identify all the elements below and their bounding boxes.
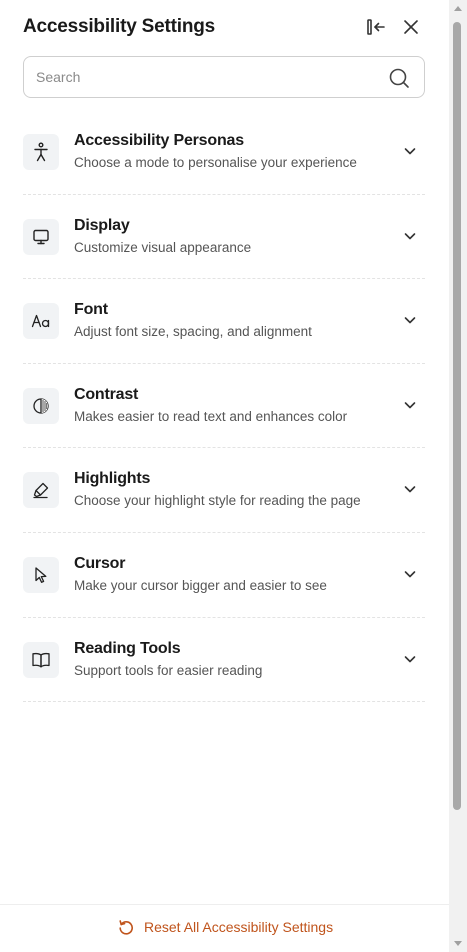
- scroll-down-arrow-icon[interactable]: [454, 941, 462, 946]
- section-description: Support tools for easier reading: [74, 662, 263, 678]
- search-icon[interactable]: [388, 67, 410, 89]
- close-icon: [404, 20, 418, 34]
- section-description: Adjust font size, spacing, and alignment: [74, 324, 312, 340]
- chevron-down-icon[interactable]: [403, 229, 417, 243]
- panel-header: Accessibility Settings: [23, 14, 425, 40]
- search-box: [23, 56, 425, 98]
- section-contrast[interactable]: Contrast Makes easier to read text and e…: [23, 364, 425, 449]
- chevron-down-icon[interactable]: [403, 652, 417, 666]
- section-reading-tools[interactable]: Reading Tools Support tools for easier r…: [23, 618, 425, 703]
- section-description: Choose a mode to personalise your experi…: [74, 155, 357, 170]
- cursor-icon-box: [23, 556, 59, 593]
- section-cursor[interactable]: Cursor Make your cursor bigger and easie…: [23, 533, 425, 618]
- section-accessibility-personas[interactable]: Accessibility Personas Choose a mode to …: [23, 110, 425, 195]
- monitor-icon-box: [23, 218, 59, 255]
- section-title: Display: [74, 216, 130, 234]
- section-description: Makes easier to read text and enhances c…: [74, 408, 348, 424]
- chevron-down-icon[interactable]: [403, 567, 417, 581]
- book-icon: [32, 652, 50, 668]
- settings-list: Accessibility Personas Choose a mode to …: [23, 110, 425, 703]
- font-icon: [31, 315, 50, 328]
- person-icon-box: [23, 134, 59, 170]
- section-description: Choose your highlight style for reading …: [74, 493, 361, 509]
- section-title: Cursor: [74, 554, 126, 572]
- reset-all-button[interactable]: Reset All Accessibility Settings: [118, 919, 333, 935]
- panel-footer: Reset All Accessibility Settings: [0, 904, 449, 952]
- section-title: Font: [74, 301, 108, 319]
- accessibility-panel: Accessibility Settings Search Accessibil…: [0, 0, 449, 952]
- section-title: Accessibility Personas: [74, 132, 244, 149]
- highlighter-icon-box: [23, 472, 59, 509]
- contrast-icon: [33, 398, 49, 414]
- collapse-panel-icon: [367, 19, 385, 35]
- person-icon: [34, 142, 48, 162]
- reset-all-label: Reset All Accessibility Settings: [144, 919, 334, 935]
- search-input[interactable]: [36, 57, 376, 97]
- chevron-down-icon[interactable]: [403, 398, 417, 412]
- contrast-icon-box: [23, 387, 59, 424]
- collapse-panel-button[interactable]: [363, 14, 389, 40]
- section-display[interactable]: Display Customize visual appearance: [23, 195, 425, 280]
- section-description: Make your cursor bigger and easier to se…: [74, 577, 327, 593]
- reset-icon: [119, 920, 133, 935]
- section-title: Contrast: [74, 385, 139, 403]
- scroll-up-arrow-icon[interactable]: [454, 6, 462, 11]
- monitor-icon: [33, 229, 49, 244]
- section-highlights[interactable]: Highlights Choose your highlight style f…: [23, 448, 425, 533]
- close-button[interactable]: [398, 14, 424, 40]
- font-icon-box: [23, 303, 59, 340]
- scrollbar-thumb[interactable]: [453, 22, 461, 810]
- section-font[interactable]: Font Adjust font size, spacing, and alig…: [23, 279, 425, 364]
- cursor-icon: [35, 567, 47, 583]
- scrollbar[interactable]: [449, 0, 467, 952]
- highlighter-icon: [33, 483, 49, 499]
- chevron-down-icon[interactable]: [403, 482, 417, 496]
- book-icon-box: [23, 641, 59, 678]
- chevron-down-icon[interactable]: [403, 144, 417, 158]
- section-title: Highlights: [74, 470, 151, 488]
- section-title: Reading Tools: [74, 639, 181, 657]
- panel-title: Accessibility Settings: [23, 16, 216, 37]
- section-description: Customize visual appearance: [74, 239, 252, 255]
- chevron-down-icon[interactable]: [403, 313, 417, 327]
